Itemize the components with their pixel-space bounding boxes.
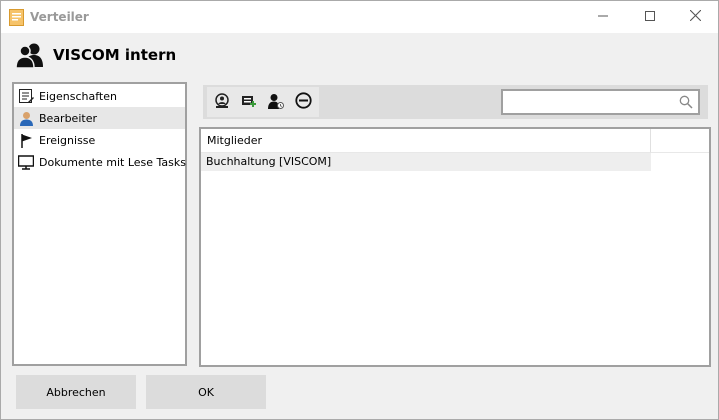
cancel-button[interactable]: Abbrechen	[16, 375, 136, 409]
ok-button[interactable]: OK	[146, 375, 266, 409]
add-user-button[interactable]	[266, 92, 286, 112]
dialog-window: Verteiler VISCOM intern Eigenschaften Be…	[0, 0, 719, 420]
sidebar-item-bearbeiter[interactable]: Bearbeiter	[14, 107, 185, 129]
sidebar: Eigenschaften Bearbeiter Ereignisse Doku…	[12, 82, 187, 366]
sidebar-item-eigenschaften[interactable]: Eigenschaften	[14, 85, 185, 107]
column-header-mitglieder[interactable]: Mitglieder	[201, 129, 651, 153]
column-header-filler	[651, 129, 709, 153]
toolbar-button-group	[207, 87, 319, 117]
title-bar[interactable]: Verteiler	[1, 1, 718, 33]
sidebar-item-label: Bearbeiter	[39, 111, 97, 125]
sidebar-item-ereignisse[interactable]: Ereignisse	[14, 129, 185, 151]
add-contact-icon	[214, 92, 230, 112]
flag-icon	[18, 132, 34, 148]
minimize-button[interactable]	[580, 1, 626, 33]
close-icon	[689, 9, 701, 24]
app-icon	[9, 9, 24, 26]
add-group-icon	[241, 93, 257, 112]
minimize-icon	[598, 11, 608, 24]
sidebar-item-label: Eigenschaften	[39, 89, 117, 103]
window-title: Verteiler	[30, 10, 89, 24]
users-icon	[15, 41, 45, 69]
add-contact-button[interactable]	[212, 92, 232, 112]
page-header: VISCOM intern	[15, 41, 415, 69]
search-box[interactable]	[501, 89, 700, 115]
close-button[interactable]	[672, 1, 718, 33]
user-icon	[18, 110, 34, 126]
monitor-icon	[18, 154, 34, 170]
maximize-icon	[645, 10, 655, 24]
properties-list-icon	[18, 88, 34, 104]
page-title: VISCOM intern	[53, 46, 177, 64]
members-toolbar	[203, 85, 708, 119]
sidebar-item-label: Dokumente mit Lese Tasks	[39, 155, 186, 169]
table-row[interactable]: Buchhaltung [VISCOM]	[201, 153, 651, 171]
search-icon[interactable]	[679, 95, 693, 109]
add-group-button[interactable]	[239, 92, 259, 112]
remove-button[interactable]	[293, 92, 313, 112]
sidebar-item-label: Ereignisse	[39, 133, 96, 147]
search-input[interactable]	[506, 93, 671, 111]
maximize-button[interactable]	[627, 1, 673, 33]
add-user-icon	[268, 93, 284, 112]
remove-icon	[294, 92, 312, 112]
members-grid: Mitglieder Buchhaltung [VISCOM]	[199, 127, 711, 367]
sidebar-item-dokumente[interactable]: Dokumente mit Lese Tasks	[14, 151, 186, 173]
